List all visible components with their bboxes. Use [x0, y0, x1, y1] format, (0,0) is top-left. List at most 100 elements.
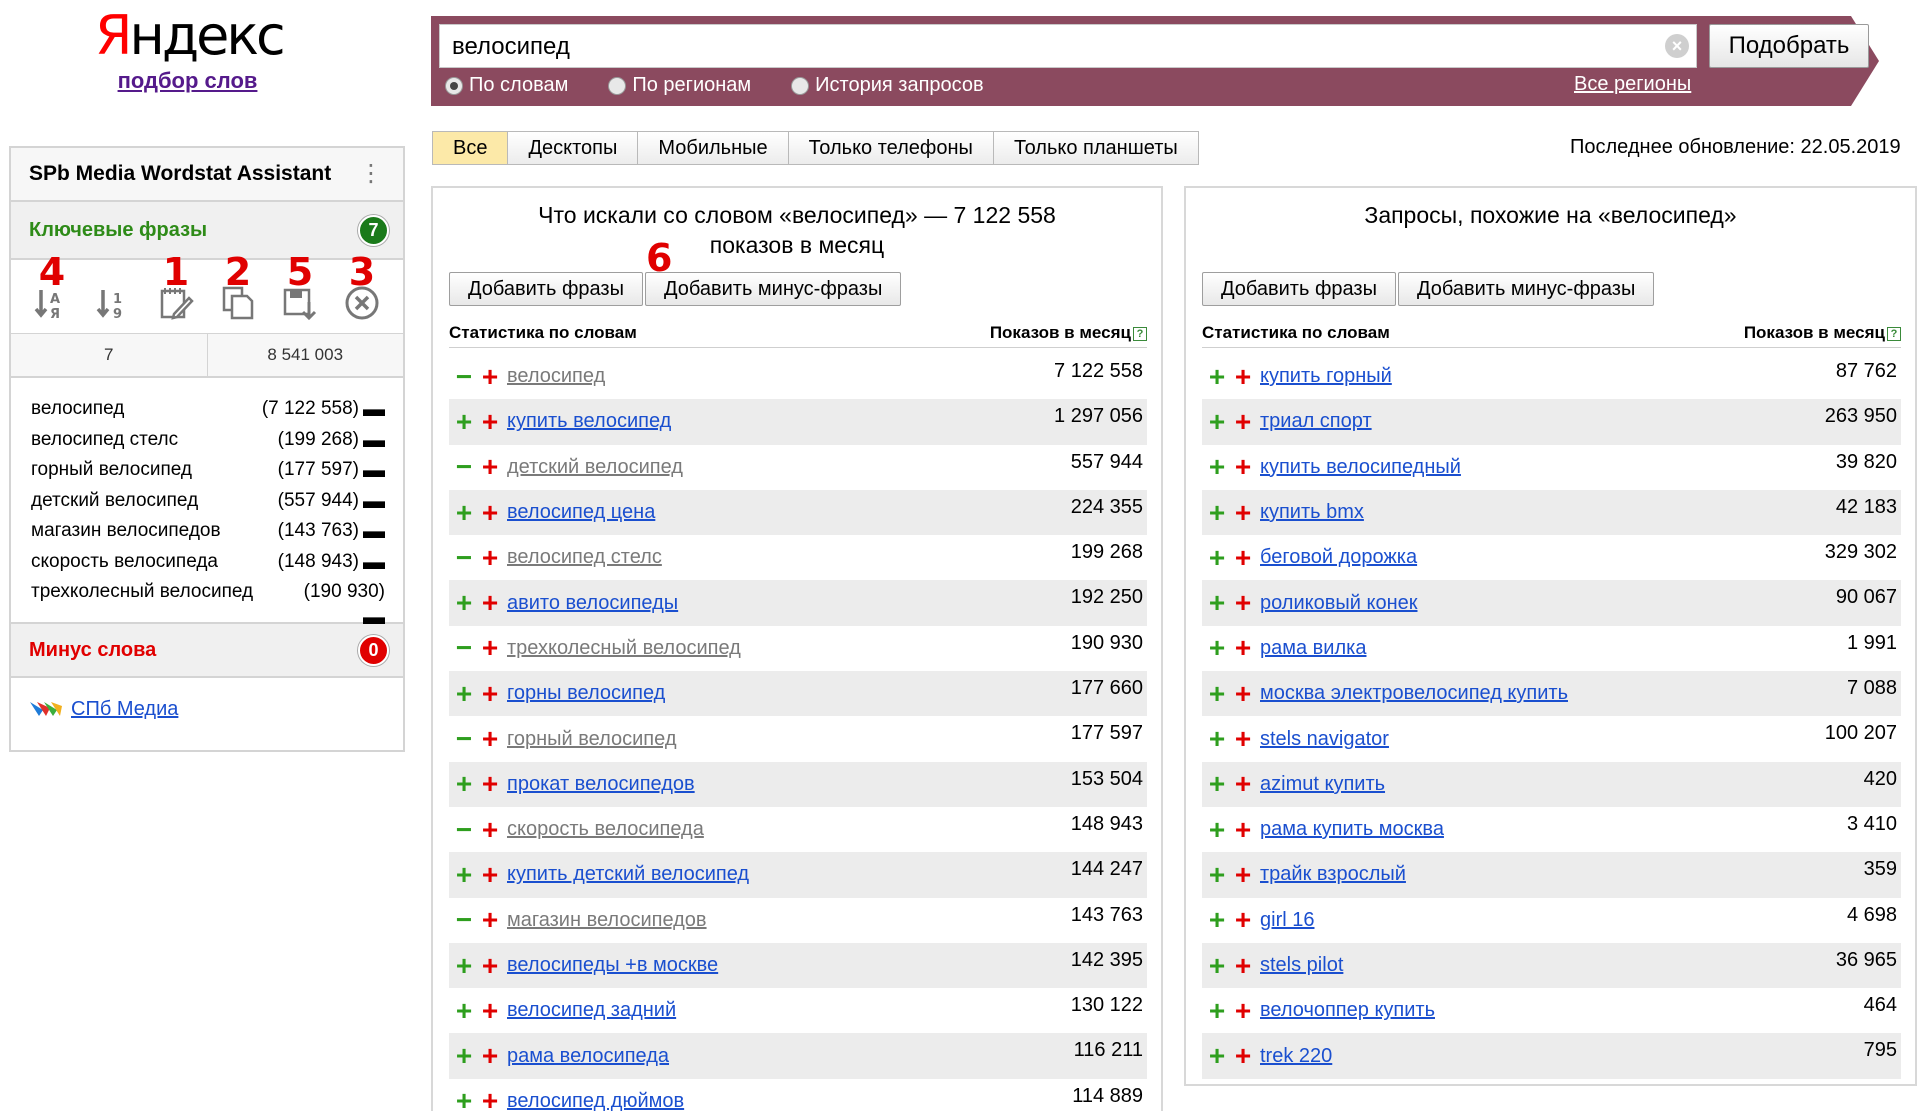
add-phrase-icon[interactable]: + — [449, 498, 479, 527]
query-link[interactable]: велосипед стелс — [507, 546, 1071, 569]
add-phrase-icon[interactable]: + — [449, 1042, 479, 1070]
add-minus-phrase-icon[interactable]: + — [1232, 498, 1254, 527]
yandex-logo[interactable]: Яндекс подбор слов — [95, 6, 286, 94]
add-phrase-icon[interactable]: + — [1202, 543, 1232, 572]
remove-phrase-icon[interactable]: − — [449, 725, 479, 753]
search-input[interactable]: велосипед — [439, 24, 1697, 68]
add-phrase-icon[interactable]: + — [449, 679, 479, 708]
add-phrase-icon[interactable]: + — [1202, 634, 1232, 662]
add-phrase-icon[interactable]: + — [449, 1087, 479, 1111]
help-icon[interactable]: ? — [1133, 326, 1147, 341]
remove-phrase-icon[interactable]: − — [449, 906, 479, 934]
query-link[interactable]: прокат велосипедов — [507, 773, 1071, 796]
query-link[interactable]: stels navigator — [1260, 728, 1825, 751]
all-regions-link[interactable]: Все регионы — [1574, 73, 1691, 96]
query-link[interactable]: купить детский велосипед — [507, 863, 1071, 886]
clear-list-button[interactable]: 3 — [331, 253, 393, 325]
tab-all[interactable]: Все — [433, 132, 509, 164]
add-phrase-icon[interactable]: + — [1202, 453, 1232, 481]
add-phrase-icon[interactable]: + — [449, 770, 479, 798]
add-phrases-button[interactable]: Добавить фразы — [449, 272, 643, 306]
add-minus-phrase-icon[interactable]: + — [1232, 906, 1254, 934]
query-link[interactable]: горный велосипед — [507, 728, 1071, 751]
add-phrase-icon[interactable]: + — [1202, 996, 1232, 1025]
add-phrase-icon[interactable]: + — [1202, 407, 1232, 436]
add-phrase-icon[interactable]: + — [1202, 770, 1232, 798]
add-phrase-icon[interactable]: + — [1202, 860, 1232, 889]
query-link[interactable]: girl 16 — [1260, 909, 1847, 932]
add-minus-phrase-icon[interactable]: + — [479, 725, 501, 753]
add-phrase-icon[interactable]: + — [1202, 362, 1232, 391]
query-link[interactable]: беговой дорожка — [1260, 546, 1825, 569]
add-phrases-button[interactable]: Добавить фразы — [1202, 272, 1396, 306]
remove-keyword-button[interactable]: ▬ — [359, 396, 385, 422]
query-link[interactable]: велосипед задний — [507, 999, 1071, 1022]
query-link[interactable]: горны велосипед — [507, 682, 1071, 705]
query-link[interactable]: детский велосипед — [507, 456, 1071, 479]
add-minus-phrase-icon[interactable]: + — [1232, 770, 1254, 798]
add-minus-phrase-icon[interactable]: + — [479, 860, 501, 889]
remove-phrase-icon[interactable]: − — [449, 815, 479, 844]
query-link[interactable]: рама вилка — [1260, 637, 1847, 660]
query-link[interactable]: трехколесный велосипед — [507, 637, 1071, 660]
query-link[interactable]: москва электровелосипед купить — [1260, 682, 1847, 705]
minus-words-header[interactable]: Минус слова 0 — [11, 622, 403, 678]
query-link[interactable]: велосипед дюймов — [507, 1090, 1072, 1111]
add-phrase-icon[interactable]: + — [1202, 1042, 1232, 1070]
query-link[interactable]: купить bmx — [1260, 501, 1836, 524]
help-icon[interactable]: ? — [1887, 326, 1901, 341]
add-minus-phrase-icon[interactable]: + — [479, 589, 501, 617]
add-minus-phrase-icon[interactable]: + — [1232, 589, 1254, 617]
spb-media-link[interactable]: СПб Медиа — [71, 698, 178, 721]
query-link[interactable]: скорость велосипеда — [507, 818, 1071, 841]
add-minus-phrase-icon[interactable]: + — [1232, 815, 1254, 844]
radio-by-regions[interactable]: По регионам — [608, 74, 751, 97]
tab-mobile[interactable]: Мобильные — [638, 132, 789, 164]
clear-search-icon[interactable]: × — [1665, 34, 1689, 58]
add-minus-phrase-icon[interactable]: + — [479, 498, 501, 527]
add-phrase-icon[interactable]: + — [1202, 589, 1232, 617]
add-minus-phrase-icon[interactable]: + — [1232, 1042, 1254, 1070]
tab-tablets[interactable]: Только планшеты — [993, 132, 1198, 164]
add-minus-phrase-icon[interactable]: + — [1232, 679, 1254, 708]
add-phrase-icon[interactable]: + — [1202, 498, 1232, 527]
radio-by-words[interactable]: По словам — [445, 74, 568, 97]
add-phrase-icon[interactable]: + — [1202, 725, 1232, 753]
query-link[interactable]: велосипеды +в москве — [507, 954, 1071, 977]
add-minus-phrases-button[interactable]: Добавить минус-фразы — [1397, 272, 1655, 306]
query-link[interactable]: рама велосипеда — [507, 1045, 1074, 1068]
edit-button[interactable]: 1 — [145, 253, 207, 325]
kebab-menu-icon[interactable]: ⋮ — [359, 162, 383, 186]
add-minus-phrase-icon[interactable]: + — [479, 679, 501, 708]
add-phrase-icon[interactable]: + — [1202, 906, 1232, 934]
remove-keyword-button[interactable]: ▬ — [359, 518, 385, 544]
add-phrase-icon[interactable]: + — [449, 996, 479, 1025]
add-minus-phrase-icon[interactable]: + — [479, 543, 501, 572]
add-minus-phrase-icon[interactable]: + — [479, 906, 501, 934]
query-link[interactable]: купить велосипедный — [1260, 456, 1836, 479]
remove-keyword-button[interactable]: ▬ — [359, 427, 385, 453]
query-link[interactable]: авито велосипеды — [507, 592, 1071, 615]
query-link[interactable]: магазин велосипедов — [507, 909, 1071, 932]
query-link[interactable]: рама купить москва — [1260, 818, 1847, 841]
query-link[interactable]: велосипед цена — [507, 501, 1071, 524]
add-phrase-icon[interactable]: + — [449, 407, 479, 436]
add-phrase-icon[interactable]: + — [449, 951, 479, 980]
add-minus-phrase-icon[interactable]: + — [479, 770, 501, 798]
copy-button[interactable]: 2 — [207, 253, 269, 325]
add-minus-phrase-icon[interactable]: + — [479, 453, 501, 481]
add-minus-phrase-icon[interactable]: + — [479, 951, 501, 980]
add-minus-phrase-icon[interactable]: + — [1232, 634, 1254, 662]
query-link[interactable]: azimut купить — [1260, 773, 1864, 796]
add-minus-phrase-icon[interactable]: + — [1232, 996, 1254, 1025]
remove-phrase-icon[interactable]: − — [449, 362, 479, 391]
add-minus-phrase-icon[interactable]: + — [1232, 407, 1254, 436]
add-minus-phrase-icon[interactable]: + — [1232, 951, 1254, 980]
add-minus-phrase-icon[interactable]: + — [1232, 725, 1254, 753]
remove-phrase-icon[interactable]: − — [449, 453, 479, 481]
add-minus-phrases-button[interactable]: Добавить минус-фразы — [644, 272, 902, 306]
remove-phrase-icon[interactable]: − — [449, 543, 479, 572]
add-phrase-icon[interactable]: + — [449, 589, 479, 617]
add-minus-phrase-icon[interactable]: + — [479, 1042, 501, 1070]
query-link[interactable]: купить горный — [1260, 365, 1836, 388]
